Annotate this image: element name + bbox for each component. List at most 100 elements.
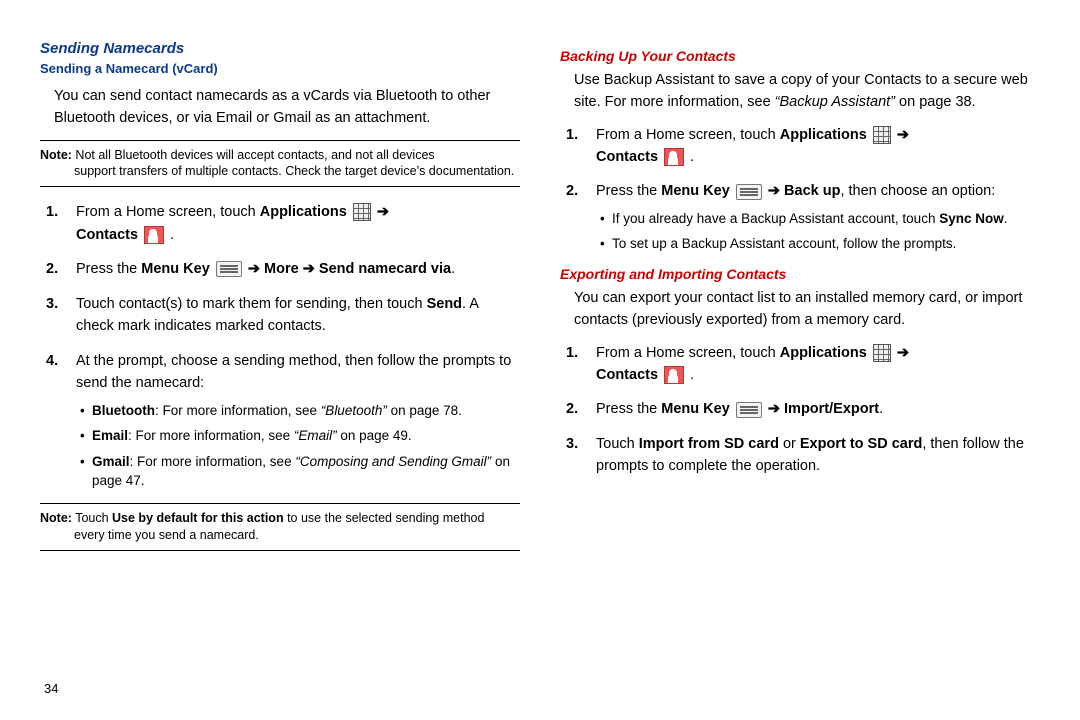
method-email: Email: For more information, see “Email”… bbox=[80, 426, 520, 446]
arrow-icon: ➔ bbox=[897, 345, 909, 361]
step-4: At the prompt, choose a sending method, … bbox=[66, 350, 520, 491]
label: Bluetooth bbox=[92, 403, 155, 418]
left-column: Sending Namecards Sending a Namecard (vC… bbox=[40, 40, 520, 565]
label: Sync Now bbox=[939, 211, 1004, 226]
steps-backup: From a Home screen, touch Applications ➔… bbox=[560, 124, 1040, 255]
text: : For more information, see bbox=[155, 403, 321, 418]
steps-export-import: From a Home screen, touch Applications ➔… bbox=[560, 342, 1040, 478]
label: Use by default for this action bbox=[112, 511, 284, 525]
heading-export-import: Exporting and Importing Contacts bbox=[560, 266, 1040, 282]
label-applications: Applications bbox=[780, 345, 867, 361]
reference: “Bluetooth” bbox=[321, 403, 387, 418]
label: Email bbox=[92, 428, 128, 443]
text: If you already have a Backup Assistant a… bbox=[612, 211, 939, 226]
label-menu-key: Menu Key bbox=[661, 401, 730, 417]
note-text-cont: support transfers of multiple contacts. … bbox=[40, 163, 520, 180]
label: Gmail bbox=[92, 454, 130, 469]
menu-key-icon bbox=[216, 261, 242, 277]
text: , then choose an option: bbox=[840, 183, 995, 199]
text: on page 78. bbox=[387, 403, 462, 418]
arrow-icon: ➔ bbox=[768, 183, 784, 199]
text: : For more information, see bbox=[128, 428, 294, 443]
export-intro: You can export your contact list to an i… bbox=[560, 288, 1040, 332]
method-bluetooth: Bluetooth: For more information, see “Bl… bbox=[80, 401, 520, 421]
text: From a Home screen, touch bbox=[76, 204, 260, 220]
heading-backup-contacts: Backing Up Your Contacts bbox=[560, 48, 1040, 64]
step-3: Touch contact(s) to mark them for sendin… bbox=[66, 293, 520, 338]
text: : For more information, see bbox=[130, 454, 296, 469]
text: Touch bbox=[72, 511, 112, 525]
text: From a Home screen, touch bbox=[596, 127, 780, 143]
intro-text: You can send contact namecards as a vCar… bbox=[40, 86, 520, 130]
arrow-icon: ➔ bbox=[897, 127, 909, 143]
text: At the prompt, choose a sending method, … bbox=[76, 353, 511, 391]
step-1: From a Home screen, touch Applications ➔… bbox=[586, 124, 1040, 169]
option-sync-now: If you already have a Backup Assistant a… bbox=[600, 209, 1040, 229]
text: Press the bbox=[596, 401, 661, 417]
method-gmail: Gmail: For more information, see “Compos… bbox=[80, 452, 520, 491]
text: Press the bbox=[596, 183, 661, 199]
note-label: Note: bbox=[40, 148, 72, 162]
step-2: Press the Menu Key ➔ More ➔ Send namecar… bbox=[66, 258, 520, 280]
note-text: Not all Bluetooth devices will accept co… bbox=[72, 148, 435, 162]
label-contacts: Contacts bbox=[596, 149, 658, 165]
note-text-cont: every time you send a namecard. bbox=[40, 527, 520, 544]
label-send: Send bbox=[427, 296, 462, 312]
label-applications: Applications bbox=[780, 127, 867, 143]
text: on page 38. bbox=[895, 94, 976, 110]
text: . bbox=[166, 227, 174, 243]
note-label: Note: bbox=[40, 511, 72, 525]
label-contacts: Contacts bbox=[596, 367, 658, 383]
step-1: From a Home screen, touch Applications ➔… bbox=[586, 342, 1040, 387]
arrow-icon: ➔ bbox=[377, 204, 389, 220]
menu-key-icon bbox=[736, 402, 762, 418]
label-backup: Back up bbox=[784, 183, 840, 199]
option-setup: To set up a Backup Assistant account, fo… bbox=[600, 234, 1040, 254]
note-bluetooth-support: Note: Not all Bluetooth devices will acc… bbox=[40, 140, 520, 188]
page-number: 34 bbox=[44, 681, 58, 696]
reference: “Composing and Sending Gmail” bbox=[295, 454, 491, 469]
text: . bbox=[686, 149, 694, 165]
step-3: Touch Import from SD card or Export to S… bbox=[586, 433, 1040, 478]
label-applications: Applications bbox=[260, 204, 347, 220]
text: Press the bbox=[76, 261, 141, 277]
arrow-icon: ➔ bbox=[299, 261, 319, 277]
arrow-icon: ➔ bbox=[768, 401, 784, 417]
text: . bbox=[686, 367, 694, 383]
label-menu-key: Menu Key bbox=[141, 261, 210, 277]
applications-icon bbox=[873, 344, 891, 362]
contacts-icon bbox=[664, 366, 684, 384]
steps-send-namecard: From a Home screen, touch Applications ➔… bbox=[40, 201, 520, 491]
label-more: More bbox=[264, 261, 299, 277]
note-default-action: Note: Touch Use by default for this acti… bbox=[40, 503, 520, 551]
contacts-icon bbox=[664, 148, 684, 166]
contacts-icon bbox=[144, 226, 164, 244]
label-import-sd: Import from SD card bbox=[639, 436, 779, 452]
step-1: From a Home screen, touch Applications ➔… bbox=[66, 201, 520, 246]
text: to use the selected sending method bbox=[284, 511, 485, 525]
right-column: Backing Up Your Contacts Use Backup Assi… bbox=[560, 40, 1040, 565]
text: Touch bbox=[596, 436, 639, 452]
backup-options: If you already have a Backup Assistant a… bbox=[596, 209, 1040, 254]
text: Touch contact(s) to mark them for sendin… bbox=[76, 296, 427, 312]
backup-intro: Use Backup Assistant to save a copy of y… bbox=[560, 70, 1040, 114]
label-import-export: Import/Export bbox=[784, 401, 879, 417]
applications-icon bbox=[873, 126, 891, 144]
step-2: Press the Menu Key ➔ Back up, then choos… bbox=[586, 180, 1040, 254]
heading-sending-vcard: Sending a Namecard (vCard) bbox=[40, 61, 520, 76]
text: on page 49. bbox=[337, 428, 412, 443]
menu-key-icon bbox=[736, 184, 762, 200]
applications-icon bbox=[353, 203, 371, 221]
manual-page: Sending Namecards Sending a Namecard (vC… bbox=[0, 0, 1080, 565]
label-menu-key: Menu Key bbox=[661, 183, 730, 199]
label-contacts: Contacts bbox=[76, 227, 138, 243]
text: or bbox=[779, 436, 800, 452]
reference: “Email” bbox=[294, 428, 337, 443]
label-send-via: Send namecard via bbox=[319, 261, 451, 277]
reference: “Backup Assistant” bbox=[775, 94, 895, 110]
step-2: Press the Menu Key ➔ Import/Export. bbox=[586, 398, 1040, 420]
arrow-icon: ➔ bbox=[248, 261, 264, 277]
text: From a Home screen, touch bbox=[596, 345, 780, 361]
text: . bbox=[1004, 211, 1008, 226]
send-methods-list: Bluetooth: For more information, see “Bl… bbox=[76, 401, 520, 491]
